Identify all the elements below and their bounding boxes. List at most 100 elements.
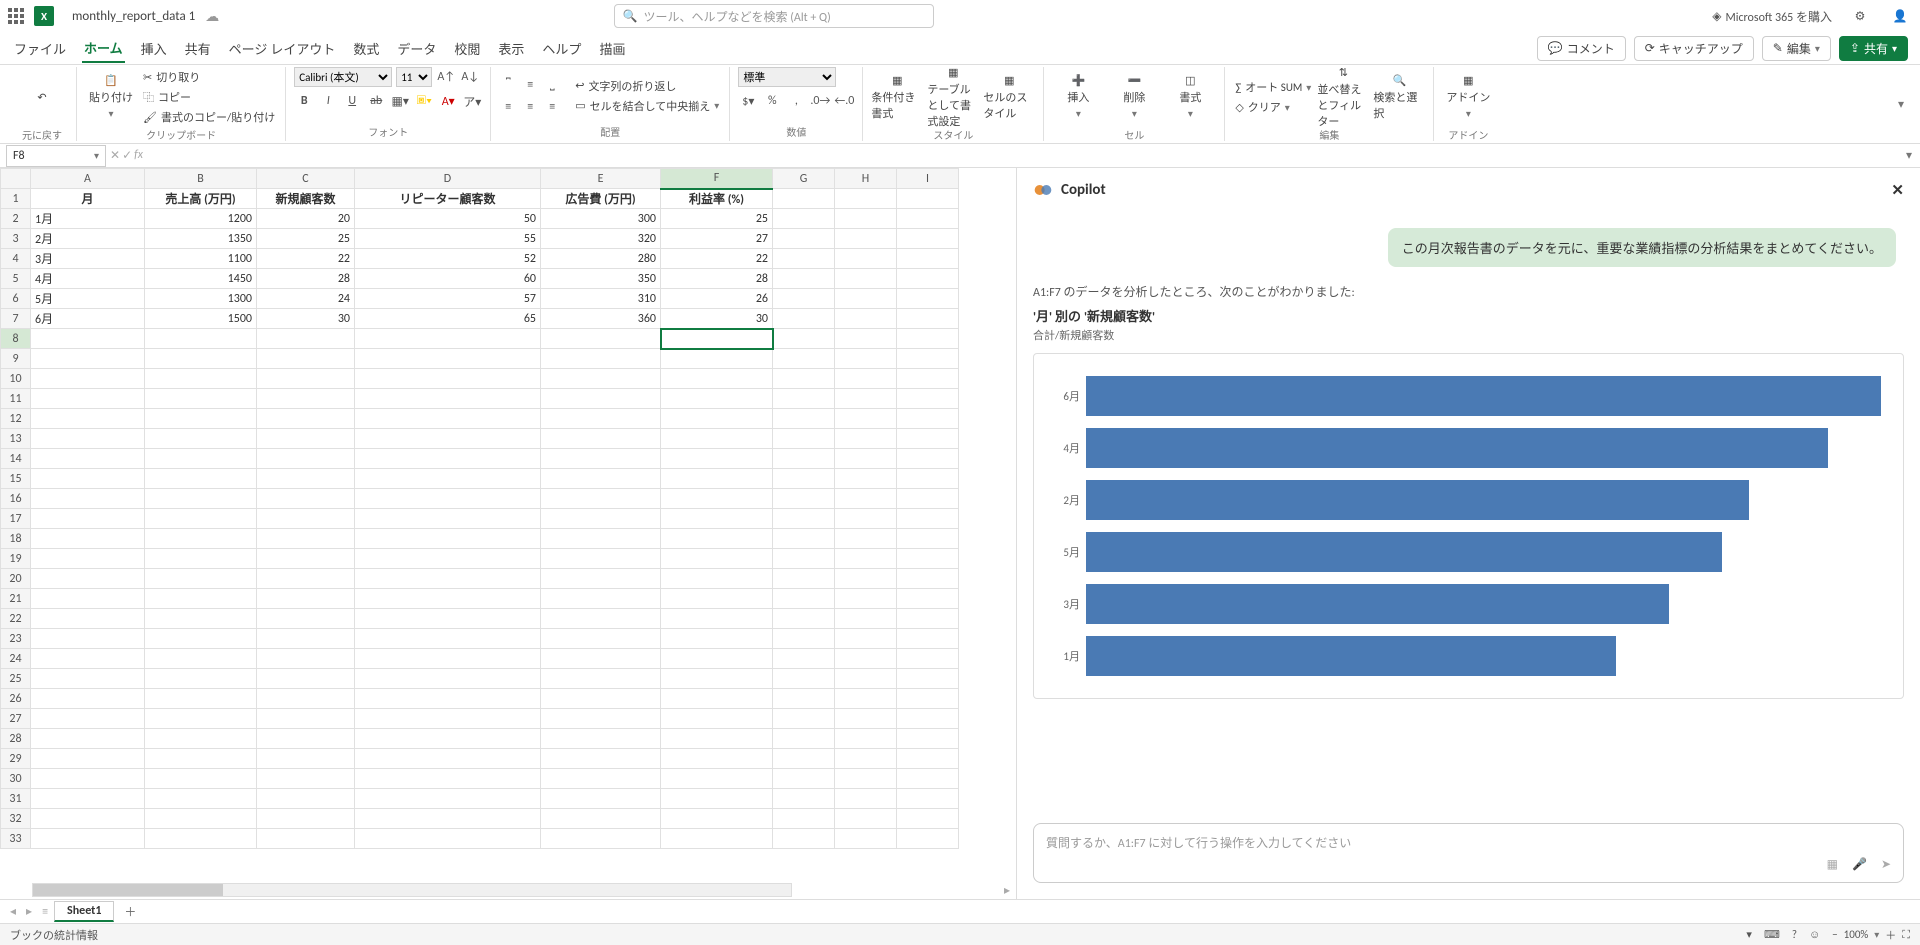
cell-E10[interactable] bbox=[541, 369, 661, 389]
cell-I29[interactable] bbox=[897, 749, 959, 769]
cell-B11[interactable] bbox=[145, 389, 257, 409]
cell-B20[interactable] bbox=[145, 569, 257, 589]
formula-expand-icon[interactable]: ▾ bbox=[1898, 148, 1920, 163]
buy-m365-link[interactable]: ◈ Microsoft 365 を購入 bbox=[1712, 8, 1832, 25]
tab-review[interactable]: 校閲 bbox=[452, 35, 482, 62]
cell-C30[interactable] bbox=[257, 769, 355, 789]
cell-B31[interactable] bbox=[145, 789, 257, 809]
cell-G16[interactable] bbox=[773, 489, 835, 509]
align-left-button[interactable]: ≡ bbox=[499, 98, 517, 116]
cell-A13[interactable] bbox=[31, 429, 145, 449]
cell-D8[interactable] bbox=[355, 329, 541, 349]
cell-C24[interactable] bbox=[257, 649, 355, 669]
cell-G26[interactable] bbox=[773, 689, 835, 709]
col-header-F[interactable]: F bbox=[661, 169, 773, 189]
cell-D27[interactable] bbox=[355, 709, 541, 729]
cell-C27[interactable] bbox=[257, 709, 355, 729]
cell-H25[interactable] bbox=[835, 669, 897, 689]
cell-G22[interactable] bbox=[773, 609, 835, 629]
cell-A32[interactable] bbox=[31, 809, 145, 829]
cell-B6[interactable]: 1300 bbox=[145, 289, 257, 309]
cell-D16[interactable] bbox=[355, 489, 541, 509]
row-header-3[interactable]: 3 bbox=[1, 229, 31, 249]
italic-button[interactable]: I bbox=[318, 91, 338, 111]
cell-E28[interactable] bbox=[541, 729, 661, 749]
clear-button[interactable]: ◇クリア▾ bbox=[1233, 98, 1313, 116]
cell-E7[interactable]: 360 bbox=[541, 309, 661, 329]
cell-D20[interactable] bbox=[355, 569, 541, 589]
cell-H20[interactable] bbox=[835, 569, 897, 589]
cell-H4[interactable] bbox=[835, 249, 897, 269]
cell-G8[interactable] bbox=[773, 329, 835, 349]
cell-G20[interactable] bbox=[773, 569, 835, 589]
cell-I22[interactable] bbox=[897, 609, 959, 629]
cell-H11[interactable] bbox=[835, 389, 897, 409]
cell-C6[interactable]: 24 bbox=[257, 289, 355, 309]
cell-G13[interactable] bbox=[773, 429, 835, 449]
addins-button[interactable]: ▦アドイン▾ bbox=[1442, 67, 1494, 127]
fullscreen-icon[interactable]: ⛶ bbox=[1902, 928, 1910, 942]
cell-E25[interactable] bbox=[541, 669, 661, 689]
horizontal-scrollbar[interactable] bbox=[32, 883, 792, 897]
cell-F2[interactable]: 25 bbox=[661, 209, 773, 229]
tab-help[interactable]: ヘルプ bbox=[540, 35, 583, 62]
cell-D23[interactable] bbox=[355, 629, 541, 649]
cell-G3[interactable] bbox=[773, 229, 835, 249]
cell-C1[interactable]: 新規顧客数 bbox=[257, 189, 355, 209]
cell-H13[interactable] bbox=[835, 429, 897, 449]
cell-B7[interactable]: 1500 bbox=[145, 309, 257, 329]
row-header-7[interactable]: 7 bbox=[1, 309, 31, 329]
cell-A1[interactable]: 月 bbox=[31, 189, 145, 209]
tab-page-layout[interactable]: ページ レイアウト bbox=[227, 35, 338, 62]
cell-F24[interactable] bbox=[661, 649, 773, 669]
cell-C2[interactable]: 20 bbox=[257, 209, 355, 229]
cell-B8[interactable] bbox=[145, 329, 257, 349]
cell-I31[interactable] bbox=[897, 789, 959, 809]
col-header-C[interactable]: C bbox=[257, 169, 355, 189]
fill-color-button[interactable]: 🞖▾ bbox=[414, 91, 434, 111]
cell-E20[interactable] bbox=[541, 569, 661, 589]
row-header-15[interactable]: 15 bbox=[1, 469, 31, 489]
cell-I14[interactable] bbox=[897, 449, 959, 469]
cell-D24[interactable] bbox=[355, 649, 541, 669]
cell-F31[interactable] bbox=[661, 789, 773, 809]
sheet-nav-prev[interactable]: ◂ bbox=[6, 904, 20, 919]
cell-B14[interactable] bbox=[145, 449, 257, 469]
cell-E27[interactable] bbox=[541, 709, 661, 729]
row-header-30[interactable]: 30 bbox=[1, 769, 31, 789]
status-chevron-icon[interactable]: ▾ bbox=[1746, 928, 1752, 941]
cell-G19[interactable] bbox=[773, 549, 835, 569]
cell-A10[interactable] bbox=[31, 369, 145, 389]
scroll-right-icon[interactable]: ▸ bbox=[1004, 883, 1016, 898]
cell-D29[interactable] bbox=[355, 749, 541, 769]
cell-D11[interactable] bbox=[355, 389, 541, 409]
cell-G25[interactable] bbox=[773, 669, 835, 689]
col-header-E[interactable]: E bbox=[541, 169, 661, 189]
cell-B27[interactable] bbox=[145, 709, 257, 729]
copy-button[interactable]: ⿻コピー bbox=[141, 88, 277, 106]
row-header-10[interactable]: 10 bbox=[1, 369, 31, 389]
cell-F17[interactable] bbox=[661, 509, 773, 529]
cell-F23[interactable] bbox=[661, 629, 773, 649]
cell-C13[interactable] bbox=[257, 429, 355, 449]
cell-I27[interactable] bbox=[897, 709, 959, 729]
copilot-input-box[interactable]: 質問するか、A1:F7 に対して行う操作を入力してください ▦ 🎤 ➤ bbox=[1033, 823, 1904, 883]
cell-I26[interactable] bbox=[897, 689, 959, 709]
cell-A8[interactable] bbox=[31, 329, 145, 349]
row-header-20[interactable]: 20 bbox=[1, 569, 31, 589]
align-top-button[interactable]: ⎴ bbox=[499, 76, 517, 94]
cell-A22[interactable] bbox=[31, 609, 145, 629]
cell-B18[interactable] bbox=[145, 529, 257, 549]
row-header-32[interactable]: 32 bbox=[1, 809, 31, 829]
cell-G31[interactable] bbox=[773, 789, 835, 809]
tab-formulas[interactable]: 数式 bbox=[351, 35, 381, 62]
cell-G32[interactable] bbox=[773, 809, 835, 829]
row-header-11[interactable]: 11 bbox=[1, 389, 31, 409]
cell-F32[interactable] bbox=[661, 809, 773, 829]
cell-E11[interactable] bbox=[541, 389, 661, 409]
row-header-33[interactable]: 33 bbox=[1, 829, 31, 849]
cell-C17[interactable] bbox=[257, 509, 355, 529]
formula-bar[interactable] bbox=[147, 145, 1898, 167]
cell-F14[interactable] bbox=[661, 449, 773, 469]
cell-G6[interactable] bbox=[773, 289, 835, 309]
